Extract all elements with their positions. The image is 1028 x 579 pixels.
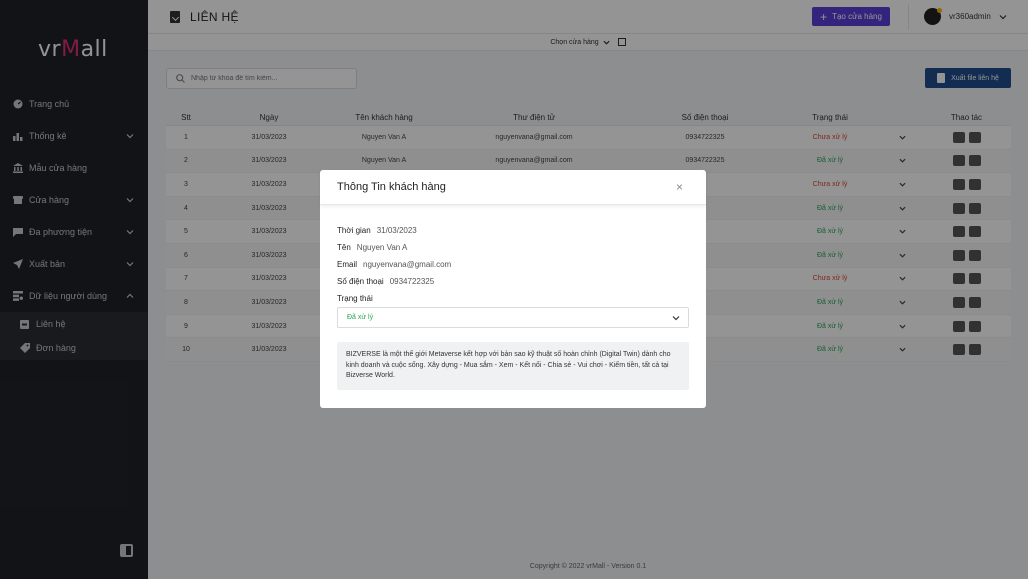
email-value: nguyenvana@gmail.com (363, 260, 452, 269)
status-select-value: Đã xử lý (347, 314, 374, 321)
customer-note: BIZVERSE là một thế giới Metaverse kết h… (337, 342, 689, 390)
name-label: Tên (337, 243, 351, 252)
time-label: Thời gian (337, 226, 371, 235)
customer-fields: Thời gian 31/03/2023 Tên Nguyen Van A Emai… (337, 222, 451, 307)
modal-header: Thông Tin khách hàng (320, 170, 706, 205)
status-label: Trạng thái (337, 294, 373, 303)
modal-title: Thông Tin khách hàng (337, 181, 446, 193)
customer-info-modal: Thông Tin khách hàng × Thời gian 31/03/20… (320, 170, 706, 408)
email-label: Email (337, 260, 358, 269)
phone-value: 0934722325 (389, 277, 435, 286)
chevron-down-icon (672, 314, 680, 322)
close-icon[interactable]: × (676, 180, 683, 194)
phone-label: Số điện thoại (337, 277, 384, 286)
name-value: Nguyen Van A (356, 243, 408, 252)
status-select[interactable]: Đã xử lý (337, 307, 689, 328)
time-value: 31/03/2023 (376, 226, 417, 235)
